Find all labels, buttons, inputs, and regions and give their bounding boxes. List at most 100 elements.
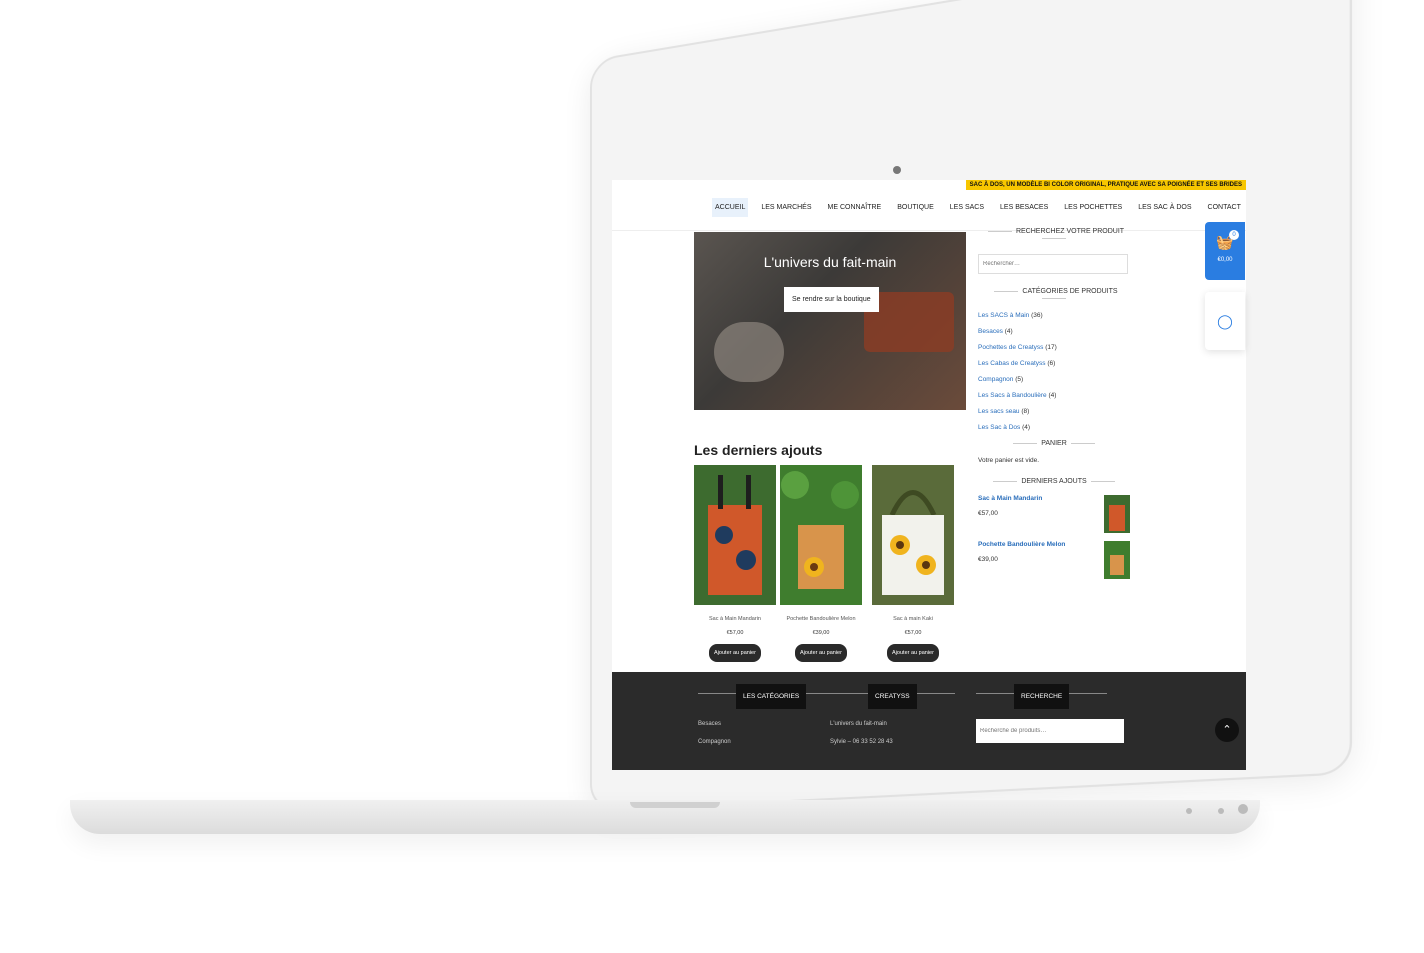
footer-search-input[interactable] <box>976 719 1124 743</box>
footer-link[interactable]: Besaces <box>698 721 844 727</box>
product-name[interactable]: Sac à main Kaki <box>872 616 954 622</box>
category-count: (4) <box>1048 392 1057 399</box>
product-card: Pochette Bandoulière Melon €39,00 Ajoute… <box>780 465 862 662</box>
product-image[interactable] <box>694 465 776 605</box>
category-count: (17) <box>1045 344 1057 351</box>
port-icon <box>1186 808 1192 814</box>
footer-link[interactable]: Compagnon <box>698 739 844 745</box>
scroll-to-top-icon[interactable]: ⌃ <box>1215 718 1239 742</box>
hero-banner: L'univers du fait-main Se rendre sur la … <box>694 232 966 410</box>
category-item: Les Cabas de Creatyss (6) <box>978 360 1130 367</box>
category-count: (4) <box>1004 328 1013 335</box>
category-link[interactable]: Les sacs seau <box>978 408 1020 415</box>
category-count: (4) <box>1022 424 1031 431</box>
cart-count-badge: 0 <box>1229 230 1239 240</box>
category-item: Les Sacs à Bandoulière (4) <box>978 392 1130 399</box>
category-list: Les SACS à Main (36) Besaces (4) Pochett… <box>978 312 1130 431</box>
footer-search: RECHERCHE <box>976 684 1124 743</box>
product-price: €57,00 <box>904 630 922 636</box>
nav-item-besaces[interactable]: LES BESACES <box>997 198 1051 217</box>
category-item: Besaces (4) <box>978 328 1130 335</box>
category-link[interactable]: Pochettes de Creatyss <box>978 344 1043 351</box>
category-count: (36) <box>1031 312 1043 319</box>
category-count: (6) <box>1047 360 1056 367</box>
nav-item-accueil[interactable]: ACCUEIL <box>712 198 749 217</box>
product-price: €39,00 <box>812 630 830 636</box>
add-to-cart-button[interactable]: Ajouter au panier <box>887 644 939 662</box>
recent-product-thumbnail[interactable] <box>1104 541 1130 579</box>
divider <box>1069 693 1108 695</box>
category-item: Les Sac à Dos (4) <box>978 424 1130 431</box>
cart-empty-text: Votre panier est vide. <box>978 457 1040 464</box>
cart-heading: PANIER <box>978 440 1130 447</box>
product-card: Sac à main Kaki €57,00 Ajouter au panier <box>872 465 954 662</box>
nav-item-marches[interactable]: LES MARCHÉS <box>758 198 814 217</box>
category-link[interactable]: Les SACS à Main <box>978 312 1029 319</box>
category-link[interactable]: Les Cabas de Creatyss <box>978 360 1046 367</box>
product-price: €57,00 <box>726 630 744 636</box>
basket-icon: 🧺 <box>1216 234 1234 250</box>
laptop-base <box>70 800 1260 834</box>
category-link[interactable]: Les Sacs à Bandoulière <box>978 392 1047 399</box>
product-name[interactable]: Sac à Main Mandarin <box>694 616 776 622</box>
cart-total: €0,00 <box>1217 257 1233 263</box>
recent-product-name[interactable]: Pochette Bandoulière Melon <box>978 541 1065 548</box>
category-item: Les SACS à Main (36) <box>978 312 1130 319</box>
category-item: Pochettes de Creatyss (17) <box>978 344 1130 351</box>
sidebar: RECHERCHEZ VOTRE PRODUIT CATÉGORIES DE P… <box>978 222 1130 587</box>
browser-screen: SAC À DOS, UN MODÈLE BI COLOR ORIGINAL, … <box>612 180 1246 770</box>
add-to-cart-button[interactable]: Ajouter au panier <box>795 644 847 662</box>
product-image[interactable] <box>780 465 862 605</box>
footer-creatyss: CREATYSS L'univers du fait-main Sylvie –… <box>830 684 955 745</box>
footer-search-wrap <box>976 719 1124 743</box>
promo-banner[interactable]: SAC À DOS, UN MODÈLE BI COLOR ORIGINAL, … <box>965 180 1246 190</box>
laptop-notch <box>630 802 720 808</box>
nav-item-boutique[interactable]: BOUTIQUE <box>894 198 937 217</box>
recent-heading: DERNIERS AJOUTS <box>978 478 1130 485</box>
nav-item-pochettes[interactable]: LES POCHETTES <box>1061 198 1125 217</box>
recent-product-name[interactable]: Sac à Main Mandarin <box>978 495 1042 502</box>
nav-item-contact[interactable]: CONTACT <box>1205 198 1244 217</box>
categories-heading: CATÉGORIES DE PRODUITS <box>978 288 1130 302</box>
floating-cart-button[interactable]: 🧺 0 €0,00 <box>1205 222 1245 280</box>
site-footer: LES CATÉGORIES Besaces Compagnon CREATYS… <box>612 672 1246 770</box>
account-button[interactable]: ◯ <box>1205 292 1245 350</box>
divider <box>698 693 736 695</box>
add-to-cart-button[interactable]: Ajouter au panier <box>709 644 761 662</box>
recent-product: Pochette Bandoulière Melon €39,00 <box>978 541 1130 579</box>
category-item: Compagnon (5) <box>978 376 1130 383</box>
category-count: (8) <box>1021 408 1030 415</box>
footer-phone[interactable]: Sylvie – 06 33 52 28 43 <box>830 739 955 745</box>
recent-product-price: €57,00 <box>978 510 998 517</box>
shop-button[interactable]: Se rendre sur la boutique <box>784 287 879 312</box>
nav-item-me-connaitre[interactable]: ME CONNAÎTRE <box>825 198 885 217</box>
divider <box>916 693 955 695</box>
product-name[interactable]: Pochette Bandoulière Melon <box>780 616 862 622</box>
recent-product: Sac à Main Mandarin €57,00 <box>978 495 1130 533</box>
nav-item-sac-a-dos[interactable]: LES SAC À DOS <box>1135 198 1194 217</box>
footer-heading: LES CATÉGORIES <box>736 684 807 709</box>
footer-heading: CREATYSS <box>868 684 917 709</box>
site-header: SAC À DOS, UN MODÈLE BI COLOR ORIGINAL, … <box>612 180 1246 231</box>
main-nav: ACCUEIL LES MARCHÉS ME CONNAÎTRE BOUTIQU… <box>712 198 1244 217</box>
category-link[interactable]: Les Sac à Dos <box>978 424 1020 431</box>
category-link[interactable]: Compagnon <box>978 376 1013 383</box>
product-image[interactable] <box>872 465 954 605</box>
category-item: Les sacs seau (8) <box>978 408 1130 415</box>
footer-text: L'univers du fait-main <box>830 721 887 727</box>
hero-bag-image <box>714 322 784 382</box>
divider <box>976 693 1014 695</box>
product-card: Sac à Main Mandarin €57,00 Ajouter au pa… <box>694 465 776 662</box>
nav-item-sacs[interactable]: LES SACS <box>947 198 987 217</box>
footer-categories: LES CATÉGORIES Besaces Compagnon <box>698 684 845 745</box>
product-search-input[interactable] <box>978 254 1128 274</box>
recent-product-thumbnail[interactable] <box>1104 495 1130 533</box>
category-count: (5) <box>1015 376 1024 383</box>
divider <box>830 693 868 695</box>
webcam-icon <box>893 166 901 174</box>
category-link[interactable]: Besaces <box>978 328 1003 335</box>
port-icon <box>1218 808 1224 814</box>
footer-heading: RECHERCHE <box>1014 684 1070 709</box>
recent-product-price: €39,00 <box>978 556 998 563</box>
port-icon <box>1238 804 1248 814</box>
